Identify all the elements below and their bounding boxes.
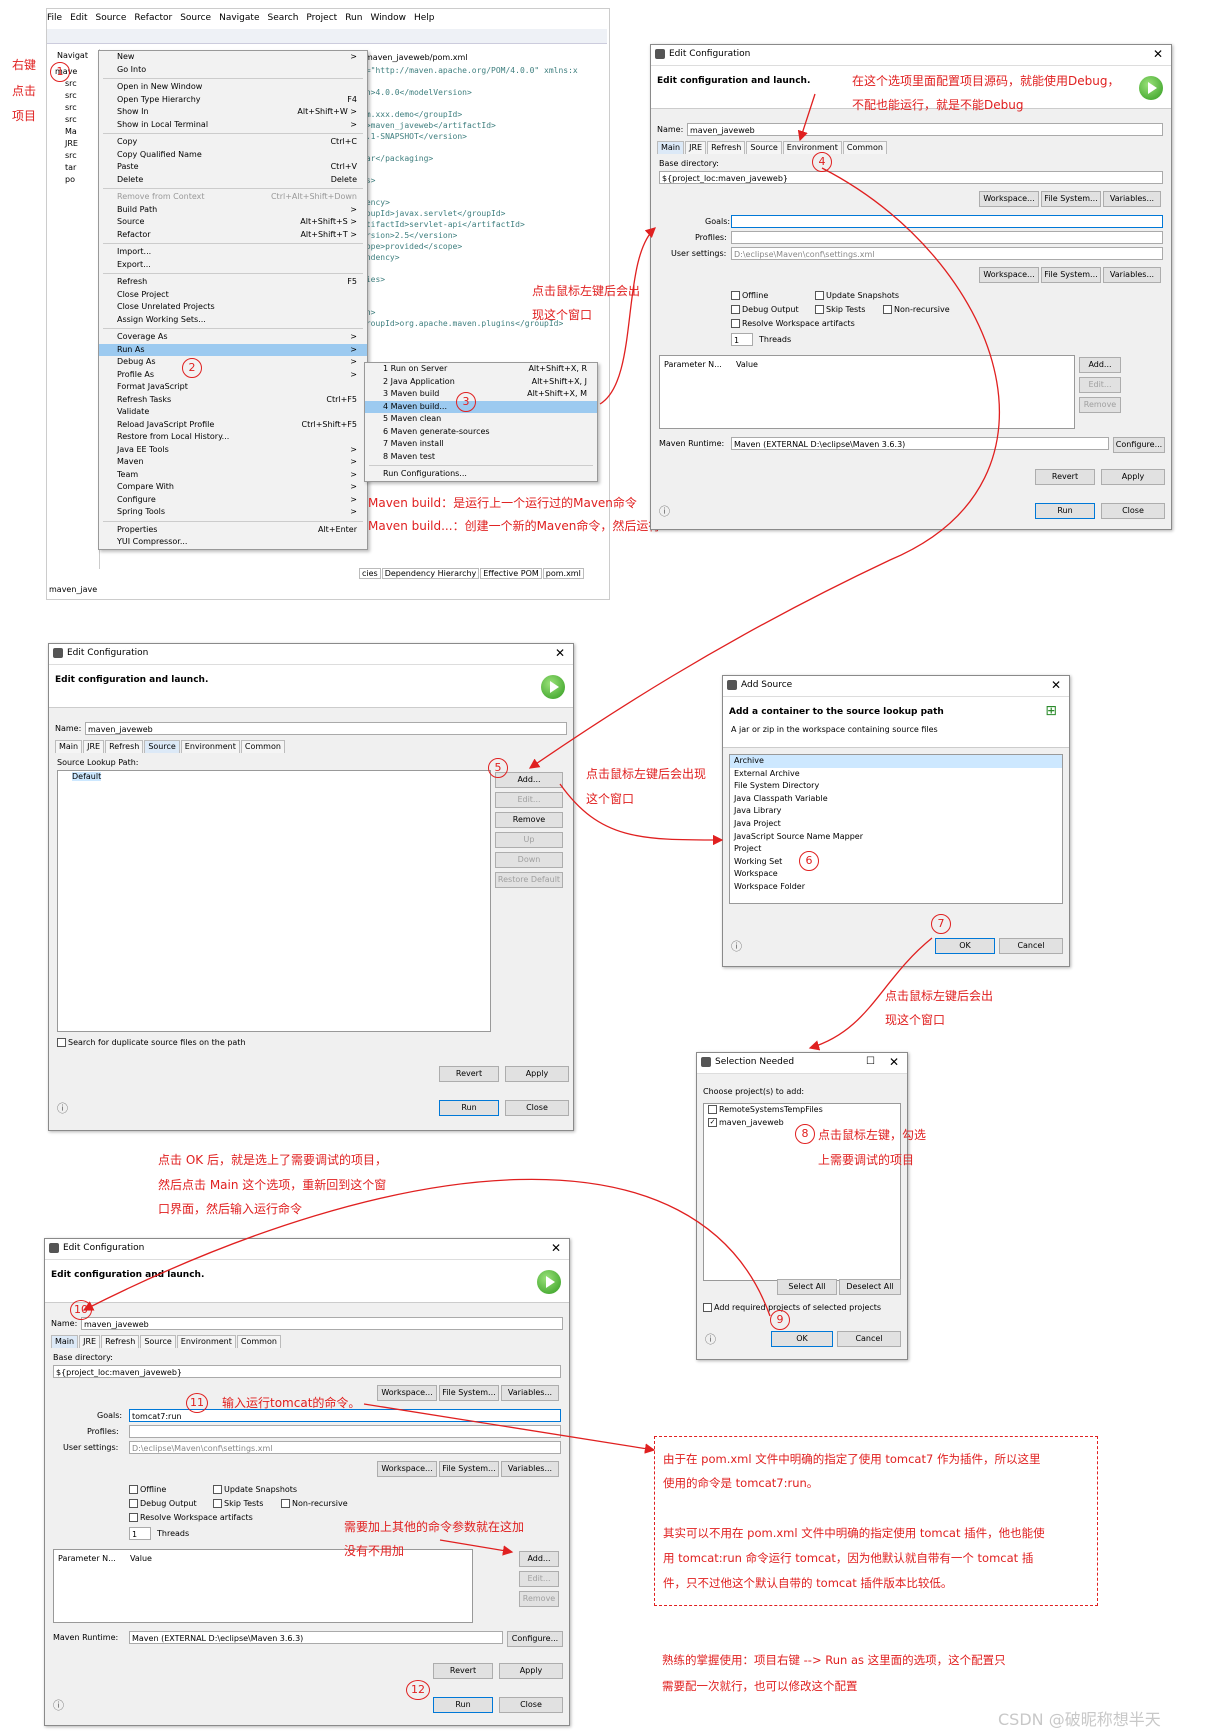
arrow-source-tab — [797, 93, 816, 142]
arrow-to-add-source — [559, 783, 724, 846]
arrow-to-dialog-1 — [599, 227, 656, 405]
arrow-to-source-dialog — [528, 167, 1000, 769]
annotation-arrows — [82, 93, 1000, 1556]
arrow-to-main-tab — [82, 1178, 771, 1317]
arrow-to-selection — [808, 937, 933, 1051]
arrow-to-note-box — [363, 1403, 656, 1454]
arrow-to-add-param — [439, 1539, 514, 1556]
